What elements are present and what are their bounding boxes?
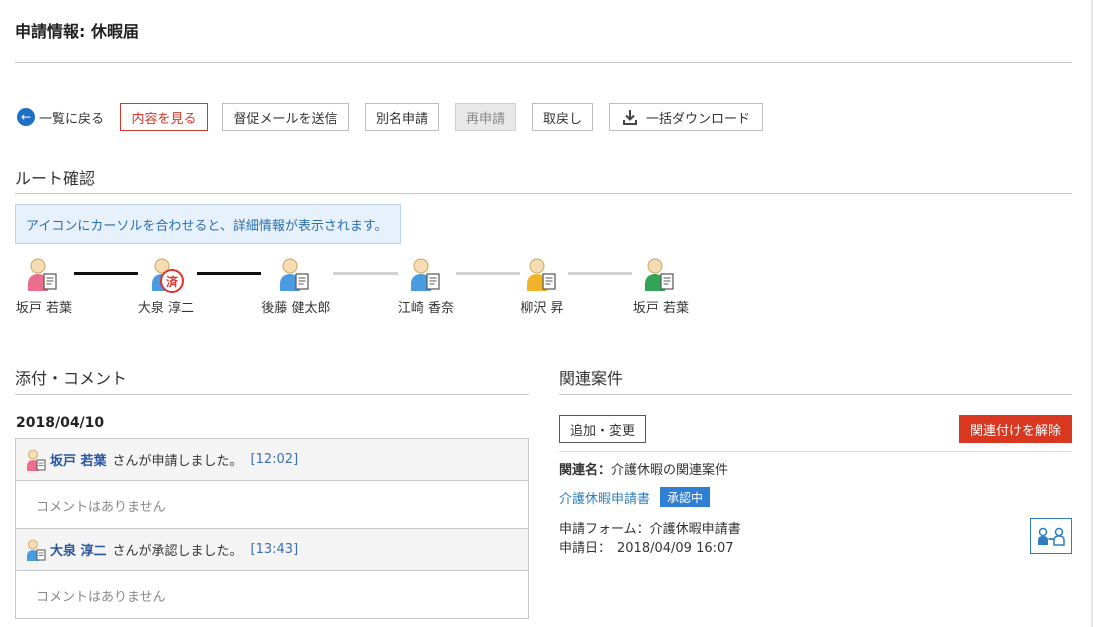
related-item-row: 介護休暇申請書 承認中 xyxy=(559,487,711,507)
comment-user-link[interactable]: 坂戸 若葉 xyxy=(50,450,107,469)
route-connector xyxy=(568,272,632,275)
route-hint-text: アイコンにカーソルを合わせると、詳細情報が表示されます。 xyxy=(26,218,388,234)
route-connector xyxy=(197,272,261,275)
bulk-download-label: 一括ダウンロード xyxy=(645,110,750,126)
view-content-button[interactable]: 内容を見る xyxy=(120,103,208,131)
attachments-section-title: 添付・コメント xyxy=(15,369,128,388)
route-step-user-icon[interactable] xyxy=(277,257,311,291)
related-date-row: 申請日： 2018/04/09 16:07 xyxy=(559,537,734,556)
user-link-button[interactable] xyxy=(1030,518,1072,554)
comment-entry-header: 坂戸 若葉 さんが申請しました。 [12:02] xyxy=(16,439,528,480)
applicant-user-icon xyxy=(25,449,47,471)
comment-entry-header: 大泉 淳二 さんが承認しました。 [13:43] xyxy=(16,529,528,570)
back-to-list-label: 一覧に戻る xyxy=(39,111,105,127)
related-form-label: 申請フォーム： xyxy=(559,522,650,537)
approved-stamp: 済 xyxy=(160,269,184,293)
attachments-divider xyxy=(15,394,529,395)
arrow-left-icon: ← xyxy=(17,108,35,126)
related-name-value: 介護休暇の関連案件 xyxy=(611,463,729,478)
unlink-button[interactable]: 関連付けを解除 xyxy=(959,415,1072,443)
related-date-label: 申請日： xyxy=(559,541,612,556)
route-connector xyxy=(456,272,520,275)
related-date-value: 2018/04/09 16:07 xyxy=(617,541,734,556)
related-item-link[interactable]: 介護休暇申請書 xyxy=(559,488,650,507)
comment-date: 2018/04/10 xyxy=(16,415,105,431)
add-change-button[interactable]: 追加・変更 xyxy=(559,415,646,443)
route-step-name: 坂戸 若葉 xyxy=(15,301,73,316)
back-to-list-link[interactable]: ← 一覧に戻る xyxy=(17,107,104,127)
route-step-name: 柳沢 昇 xyxy=(520,301,564,316)
route-step-name: 後藤 健太郎 xyxy=(261,301,331,316)
bulk-download-button[interactable]: 一括ダウンロード xyxy=(609,103,763,131)
comment-time: [13:43] xyxy=(250,542,299,557)
route-divider xyxy=(15,193,1072,194)
title-divider xyxy=(15,62,1072,63)
route-step-name: 大泉 淳二 xyxy=(137,301,195,316)
related-divider xyxy=(559,394,1072,395)
route-step-user-icon[interactable] xyxy=(524,257,558,291)
route-hint-box: アイコンにカーソルを合わせると、詳細情報が表示されます。 xyxy=(15,204,401,244)
status-badge: 承認中 xyxy=(660,487,711,507)
download-icon xyxy=(622,109,638,125)
comment-time: [12:02] xyxy=(250,452,299,467)
route-step-name: 江崎 香奈 xyxy=(397,301,455,316)
withdraw-button[interactable]: 取戻し xyxy=(532,103,593,131)
route-step-name: 坂戸 若葉 xyxy=(632,301,690,316)
comment-body: コメントはありません xyxy=(36,590,166,605)
related-name-row: 関連名：介護休暇の関連案件 xyxy=(559,459,728,478)
comment-body: コメントはありません xyxy=(36,500,166,515)
route-connector xyxy=(74,272,138,275)
related-subdivider xyxy=(559,451,1072,452)
related-section-title: 関連案件 xyxy=(559,369,624,388)
approver-user-icon xyxy=(25,539,47,561)
related-form-row: 申請フォーム：介護休暇申請書 xyxy=(559,518,741,537)
related-name-label: 関連名： xyxy=(559,463,612,478)
related-form-value: 介護休暇申請書 xyxy=(649,522,741,537)
comment-panel: 坂戸 若葉 さんが申請しました。 [12:02] コメントはありません 大泉 淳… xyxy=(15,438,529,619)
route-connector xyxy=(333,272,398,275)
send-reminder-button[interactable]: 督促メールを送信 xyxy=(222,103,349,131)
route-step-user-icon[interactable] xyxy=(25,257,59,291)
alias-apply-button[interactable]: 別名申請 xyxy=(365,103,439,131)
page-title: 申請情報: 休暇届 xyxy=(15,22,139,41)
comment-user-link[interactable]: 大泉 淳二 xyxy=(50,540,107,559)
route-section-title: ルート確認 xyxy=(15,169,96,188)
user-link-icon xyxy=(1036,525,1066,547)
comment-action-text: さんが承認しました。 xyxy=(112,544,243,559)
route-step-user-icon[interactable] xyxy=(642,257,676,291)
route-step-user-icon[interactable] xyxy=(408,257,442,291)
comment-action-text: さんが申請しました。 xyxy=(112,454,243,469)
reapply-button[interactable]: 再申請 xyxy=(455,103,516,131)
